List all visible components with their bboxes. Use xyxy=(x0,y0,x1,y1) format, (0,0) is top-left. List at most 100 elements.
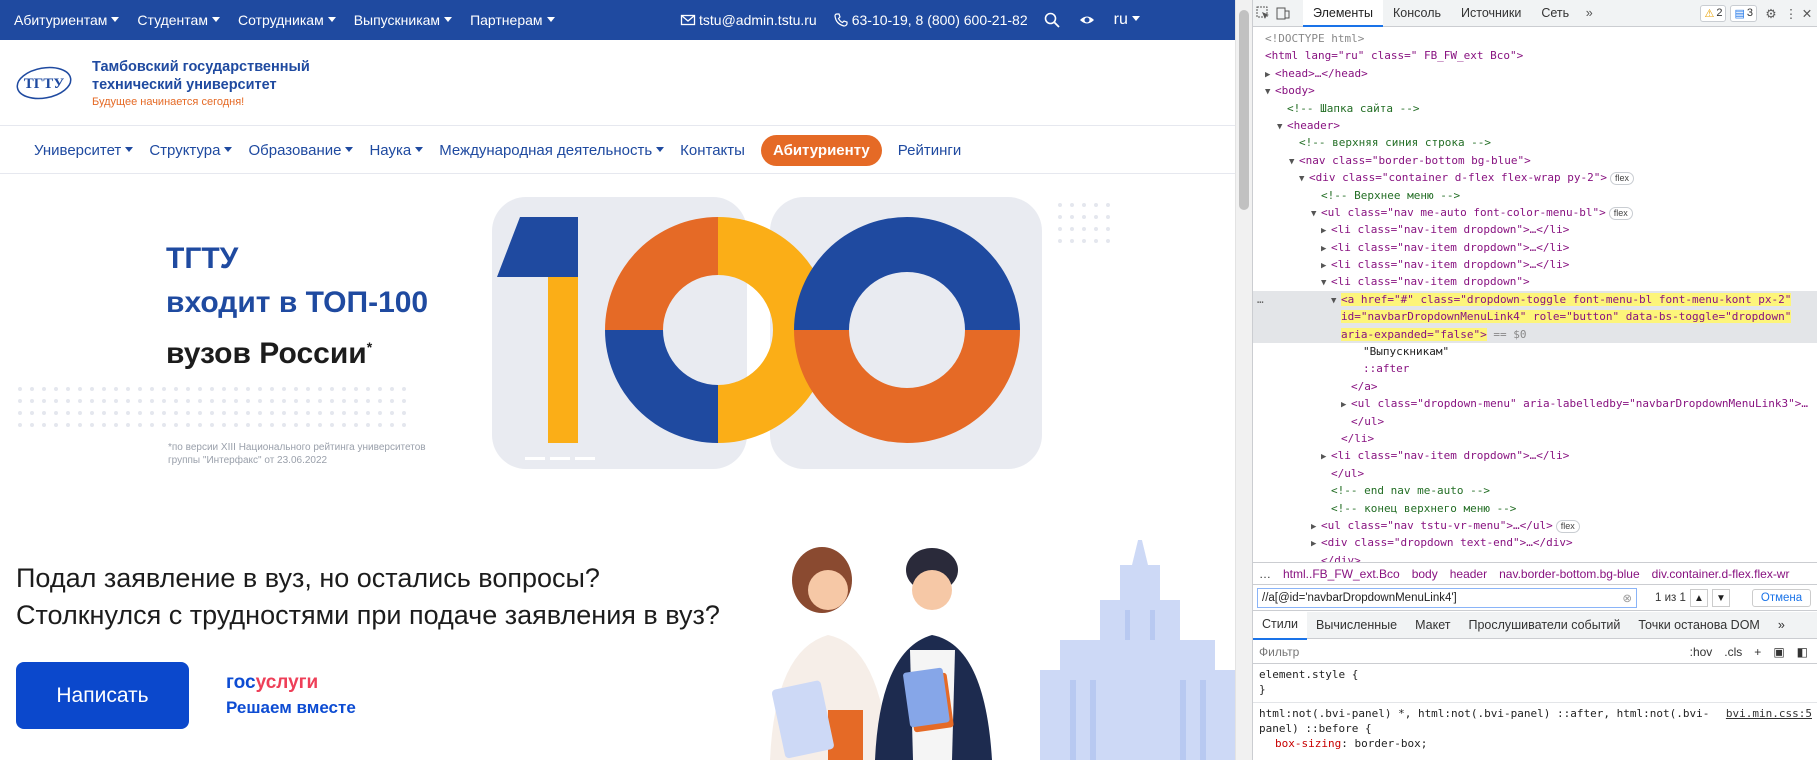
gosuslugi-logo[interactable]: госуслуги xyxy=(226,672,318,694)
top100-banner[interactable]: ТГТУ входит в ТОП-100 вузов России* *по … xyxy=(0,175,1235,515)
dom-line[interactable]: ▶ <ul class="dropdown-menu" aria-labelled… xyxy=(1253,395,1817,412)
expand-triangle-icon[interactable]: ▶ xyxy=(1321,241,1331,256)
next-match-icon[interactable]: ▼ xyxy=(1711,589,1730,607)
cancel-search-button[interactable]: Отмена xyxy=(1751,589,1812,607)
dom-line[interactable]: ▼ <div class="container d-flex flex-wrap … xyxy=(1253,169,1817,186)
dom-tree[interactable]: <!DOCTYPE html> <html lang="ru" class=" … xyxy=(1253,28,1817,562)
dom-line[interactable]: </a> xyxy=(1253,378,1817,395)
messages-badge[interactable]: ▤ 3 xyxy=(1730,4,1757,22)
close-devtools-icon[interactable]: ✕ xyxy=(1797,0,1817,27)
top-menu-graduates[interactable]: Выпускникам xyxy=(354,12,452,28)
subtab-event-listeners[interactable]: Прослушиватели событий xyxy=(1459,612,1629,639)
dom-line[interactable]: ▶ <div class="dropdown text-end">…</div> xyxy=(1253,534,1817,551)
write-button[interactable]: Написать xyxy=(16,662,189,729)
ellipsis-icon[interactable]: … xyxy=(1257,291,1264,308)
expand-triangle-icon[interactable]: ▶ xyxy=(1321,258,1331,273)
flex-badge[interactable]: flex xyxy=(1555,519,1580,533)
device-toolbar-icon[interactable] xyxy=(1273,0,1293,27)
top-menu-students[interactable]: Студентам xyxy=(137,12,220,28)
collapse-triangle-icon[interactable]: ▼ xyxy=(1321,275,1331,290)
website-scrollbar[interactable] xyxy=(1235,0,1252,760)
dom-line[interactable]: ▼ <li class="nav-item dropdown"> xyxy=(1253,273,1817,290)
more-tabs-icon[interactable]: » xyxy=(1579,0,1599,27)
class-toggle[interactable]: .cls xyxy=(1724,645,1742,659)
expand-triangle-icon[interactable]: ▶ xyxy=(1311,519,1321,534)
dom-line[interactable]: ▼ <body> xyxy=(1253,82,1817,99)
dom-line[interactable]: <!DOCTYPE html> xyxy=(1253,30,1817,47)
email-link[interactable]: tstu@admin.tstu.ru xyxy=(680,12,817,28)
rule-source-link[interactable]: bvi.min.css:5 xyxy=(1726,706,1812,721)
university-name[interactable]: Тамбовский государственный технический у… xyxy=(92,58,310,94)
expand-triangle-icon[interactable]: ▶ xyxy=(1265,67,1275,82)
sidebar-toggle-icon[interactable]: ◧ xyxy=(1797,645,1808,659)
styles-pane[interactable]: element.style { } bvi.min.css:5 html:not… xyxy=(1253,665,1817,760)
warnings-badge[interactable]: ⚠ 2 xyxy=(1700,4,1727,22)
nav-science[interactable]: Наука xyxy=(369,142,423,159)
tab-elements[interactable]: Элементы xyxy=(1303,0,1383,27)
breadcrumb-div[interactable]: div.container.d-flex.flex-wr xyxy=(1652,567,1790,581)
expand-triangle-icon[interactable]: ▶ xyxy=(1321,449,1331,464)
expand-triangle-icon[interactable]: ▶ xyxy=(1321,223,1331,238)
breadcrumb-html[interactable]: html..FB_FW_ext.Bco xyxy=(1283,567,1400,581)
dom-line[interactable]: </div> xyxy=(1253,552,1817,562)
computed-styles-icon[interactable]: ▣ xyxy=(1773,645,1784,659)
flex-badge[interactable]: flex xyxy=(1608,206,1633,220)
top-menu-staff[interactable]: Сотрудникам xyxy=(238,12,336,28)
nav-contacts[interactable]: Контакты xyxy=(680,142,745,159)
expand-triangle-icon[interactable]: ▶ xyxy=(1341,397,1351,412)
top-menu-applicants[interactable]: Абитуриентам xyxy=(14,12,119,28)
dom-line[interactable]: ▶ <ul class="nav tstu-vr-menu">…</ul> flex xyxy=(1253,517,1817,534)
nav-university[interactable]: Университет xyxy=(34,142,133,159)
website-scrollbar-thumb[interactable] xyxy=(1239,10,1249,210)
breadcrumb-ellipsis[interactable]: … xyxy=(1259,567,1271,581)
dom-line[interactable]: <!-- конец верхнего меню --> xyxy=(1253,500,1817,517)
collapse-triangle-icon[interactable]: ▼ xyxy=(1265,84,1275,99)
dom-line[interactable]: ▼ <nav class="border-bottom bg-blue"> xyxy=(1253,152,1817,169)
css-declaration[interactable]: box-sizing: border-box; xyxy=(1259,736,1812,751)
dom-line[interactable]: <!-- Шапка сайта --> xyxy=(1253,100,1817,117)
dom-line[interactable]: <!-- end nav me-auto --> xyxy=(1253,482,1817,499)
inspect-element-icon[interactable] xyxy=(1253,0,1273,27)
eye-icon[interactable] xyxy=(1079,12,1095,28)
dom-line[interactable]: ::after xyxy=(1253,360,1817,377)
dom-line-selected[interactable]: id="navbarDropdownMenuLink4" role="butto… xyxy=(1253,308,1817,326)
xpath-search-input[interactable]: //a[@id='navbarDropdownMenuLink4'] ⊗ xyxy=(1257,588,1637,608)
slider-dot-1[interactable] xyxy=(525,457,545,460)
collapse-triangle-icon[interactable]: ▼ xyxy=(1289,154,1299,169)
styles-filter-input[interactable]: Фильтр xyxy=(1259,645,1299,659)
tab-network[interactable]: Сеть xyxy=(1531,0,1579,27)
element-style-rule[interactable]: element.style { xyxy=(1259,667,1812,682)
dom-line[interactable]: <html lang="ru" class=" FB_FW_ext Bco"> xyxy=(1253,47,1817,64)
breadcrumb-nav[interactable]: nav.border-bottom.bg-blue xyxy=(1499,567,1640,581)
dom-line[interactable]: </ul> xyxy=(1253,413,1817,430)
settings-gear-icon[interactable]: ⚙ xyxy=(1761,0,1781,27)
dom-line[interactable]: <!-- верхняя синия строка --> xyxy=(1253,134,1817,151)
search-icon[interactable] xyxy=(1044,12,1060,28)
breadcrumb-body[interactable]: body xyxy=(1412,567,1438,581)
nav-structure[interactable]: Структура xyxy=(149,142,232,159)
dom-line[interactable]: ▼ <header> xyxy=(1253,117,1817,134)
clear-search-icon[interactable]: ⊗ xyxy=(1622,591,1632,605)
dom-line[interactable]: </li> xyxy=(1253,430,1817,447)
hover-state-toggle[interactable]: :hov xyxy=(1690,645,1713,659)
nav-applicant-button[interactable]: Абитуриенту xyxy=(760,134,882,166)
collapse-triangle-icon[interactable]: ▼ xyxy=(1277,119,1287,134)
nav-education[interactable]: Образование xyxy=(248,142,353,159)
dom-line[interactable]: "Выпускникам" xyxy=(1253,343,1817,360)
subtab-dom-breakpoints[interactable]: Точки останова DOM xyxy=(1629,612,1768,639)
tab-console[interactable]: Консоль xyxy=(1383,0,1451,27)
dom-line[interactable]: </ul> xyxy=(1253,465,1817,482)
collapse-triangle-icon[interactable]: ▼ xyxy=(1331,293,1341,308)
tab-sources[interactable]: Источники xyxy=(1451,0,1531,27)
nav-ratings[interactable]: Рейтинги xyxy=(898,142,961,159)
new-rule-icon[interactable]: + xyxy=(1754,645,1761,659)
flex-badge[interactable]: flex xyxy=(1610,172,1635,186)
dom-line[interactable]: ▶ <li class="nav-item dropdown">…</li> xyxy=(1253,239,1817,256)
collapse-triangle-icon[interactable]: ▼ xyxy=(1299,171,1309,186)
expand-triangle-icon[interactable]: ▶ xyxy=(1311,536,1321,551)
dom-line[interactable]: ▶ <li class="nav-item dropdown">…</li> xyxy=(1253,447,1817,464)
dom-line[interactable]: ▶ <li class="nav-item dropdown">…</li> xyxy=(1253,256,1817,273)
top-menu-partners[interactable]: Партнерам xyxy=(470,12,554,28)
css-rule[interactable]: bvi.min.css:5 html:not(.bvi-panel) *, ht… xyxy=(1259,706,1812,736)
subtab-layout[interactable]: Макет xyxy=(1406,612,1459,639)
